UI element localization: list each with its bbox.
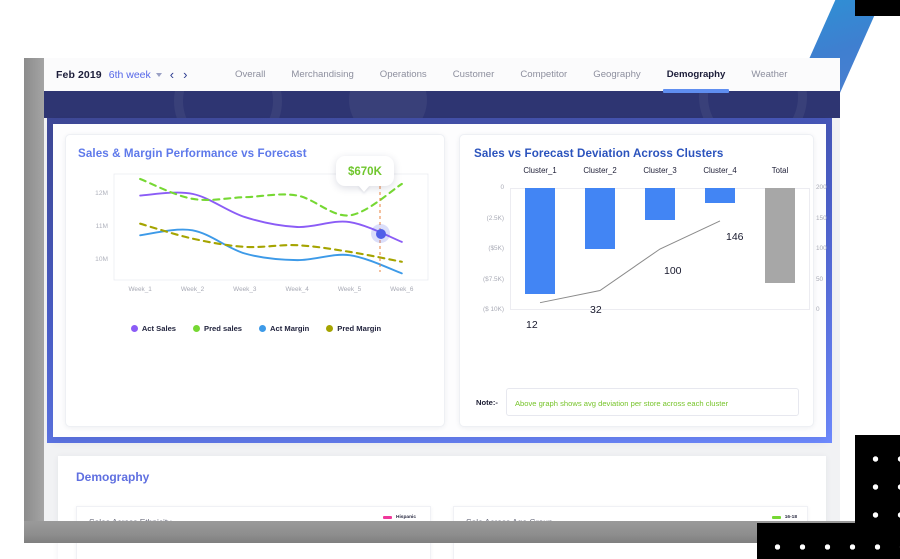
laptop-base	[24, 521, 860, 543]
note-text: Above graph shows avg deviation per stor…	[514, 399, 729, 408]
legend-label: 16-18	[784, 515, 797, 520]
bar-right-axis-tick: 0	[816, 306, 820, 313]
tab-operations[interactable]: Operations	[367, 58, 440, 91]
date-week-label[interactable]: 6th week	[109, 69, 151, 81]
bar-cluster_1[interactable]	[525, 188, 555, 295]
watermark-ring-2	[699, 91, 807, 118]
line-chart-x-tick: Week_1	[128, 286, 152, 293]
chevron-down-icon[interactable]	[155, 72, 162, 77]
bar-left-axis-tick: ($7.5K)	[483, 275, 504, 283]
value-callout-text: $670K	[348, 166, 382, 178]
line-chart[interactable]: 12M 11M 10M Week_1 Week_2 Week_3 Week_4 Week_5…	[78, 156, 434, 318]
line-chart-legend: Act Sales Pred sales Act Margin Pred Margin	[78, 324, 434, 333]
bar-cluster_2[interactable]	[585, 188, 615, 249]
bar-data-label: 12	[526, 318, 538, 331]
decorative-dark-corner	[855, 0, 900, 16]
legend-color-swatch	[771, 515, 781, 520]
bar-right-axis-tick: 200	[816, 184, 827, 191]
bar-chart[interactable]: Cluster_1 Cluster_2 Cluster_3 Cluster_4 Tota…	[474, 166, 827, 331]
tab-competitor[interactable]: Competitor	[507, 58, 580, 91]
bar-left-axis-tick: 0	[500, 184, 504, 191]
tab-demography[interactable]: Demography	[654, 58, 739, 93]
date-selector[interactable]: Feb 2019 6th week ‹ ›	[44, 68, 194, 81]
legend-item-pred-sales[interactable]: Pred sales	[193, 324, 242, 333]
date-month-label: Feb 2019	[56, 68, 102, 81]
line-chart-x-tick: Week_6	[390, 286, 414, 293]
sales-margin-chart-card: Sales & Margin Performance vs Forecast 1…	[65, 134, 445, 427]
laptop-left-edge	[24, 58, 44, 521]
deviation-chart-card: Sales vs Forecast Deviation Across Clust…	[459, 134, 827, 427]
bar-category-label: Cluster_3	[643, 166, 677, 175]
bar-right-axis-tick: 150	[816, 214, 827, 222]
legend-item-16-18[interactable]: 16-18	[771, 515, 797, 520]
bar-category-label: Cluster_4	[703, 166, 737, 175]
note-row: Note:- Above graph shows avg deviation p…	[476, 388, 799, 416]
tab-overall[interactable]: Overall	[222, 58, 278, 91]
watermark-ring	[174, 91, 282, 118]
dashboard-panel-frame: Sales & Margin Performance vs Forecast 1…	[47, 118, 832, 443]
legend-color-swatch	[383, 515, 392, 520]
bar-category-label: Total	[771, 166, 789, 175]
watermark-circle	[349, 91, 427, 118]
legend-color-dot	[326, 325, 334, 332]
decorative-dot-grid-bottom	[757, 523, 900, 559]
legend-color-dot	[259, 325, 267, 332]
tab-weather[interactable]: Weather	[738, 58, 800, 91]
legend-item-pred-margin[interactable]: Pred Margin	[326, 324, 381, 333]
legend-label: Pred sales	[204, 324, 243, 333]
demography-section: Demography Sales Across EthnicityHispani…	[58, 456, 826, 559]
page-background: Feb 2019 6th week ‹ › Overall Merchandisi…	[0, 0, 900, 559]
legend-label: Pred Margin	[337, 324, 382, 333]
nav-tab-list: Overall Merchandising Operations Customer Co…	[222, 58, 800, 93]
legend-item-hispanic[interactable]: Hispanic	[383, 515, 420, 520]
highlight-marker-dot[interactable]	[375, 228, 386, 239]
legend-color-dot	[130, 325, 138, 332]
dashboard-panel: Sales & Margin Performance vs Forecast 1…	[53, 124, 827, 437]
value-callout: $670K	[336, 156, 394, 186]
bar-left-axis-tick: ($ 10K)	[483, 306, 504, 313]
line-chart-y-tick: 11M	[95, 223, 108, 230]
bar-category-label: Cluster_1	[523, 166, 557, 175]
legend-item-act-margin[interactable]: Act Margin	[259, 324, 309, 333]
bar-cluster_3[interactable]	[645, 188, 675, 220]
bar-left-axis-tick: (2.5K)	[486, 214, 504, 222]
bar-total[interactable]	[765, 188, 795, 284]
prev-period-arrow-icon[interactable]: ‹	[169, 68, 175, 81]
note-box: Above graph shows avg deviation per stor…	[505, 388, 799, 416]
top-navigation-bar: Feb 2019 6th week ‹ › Overall Merchandisi…	[44, 58, 840, 93]
bar-right-axis-tick: 100	[816, 245, 827, 252]
note-label: Note:-	[476, 397, 498, 407]
line-chart-x-tick: Week_4	[285, 286, 309, 293]
demography-section-title: Demography	[76, 470, 150, 484]
bar-data-label: 100	[664, 265, 682, 277]
bar-right-axis-tick: 50	[816, 275, 824, 283]
deviation-chart-title: Sales vs Forecast Deviation Across Clust…	[474, 147, 724, 160]
legend-label: Act Sales	[141, 324, 177, 333]
bar-left-axis-tick: ($5K)	[488, 245, 504, 252]
bar-data-label: 146	[726, 230, 744, 243]
next-period-arrow-icon[interactable]: ›	[182, 68, 188, 81]
legend-item-act-sales[interactable]: Act Sales	[130, 324, 177, 333]
legend-label: Act Margin	[270, 324, 310, 333]
tab-merchandising[interactable]: Merchandising	[278, 58, 366, 91]
tab-geography[interactable]: Geography	[580, 58, 653, 91]
laptop-screen: Feb 2019 6th week ‹ › Overall Merchandisi…	[44, 58, 840, 559]
legend-color-dot	[193, 325, 201, 332]
bar-data-label: 32	[590, 304, 602, 317]
legend-label: Hispanic	[396, 515, 416, 520]
line-chart-x-tick: Week_3	[233, 286, 257, 293]
line-chart-x-tick: Week_5	[337, 286, 362, 293]
line-chart-x-tick: Week_2	[180, 286, 205, 293]
bar-cluster_4[interactable]	[705, 188, 735, 203]
navy-header-band	[44, 91, 840, 118]
line-chart-y-tick: 12M	[95, 189, 108, 197]
tab-customer[interactable]: Customer	[440, 58, 508, 91]
bar-category-label: Cluster_2	[583, 166, 617, 175]
line-chart-y-tick: 10M	[95, 256, 108, 264]
